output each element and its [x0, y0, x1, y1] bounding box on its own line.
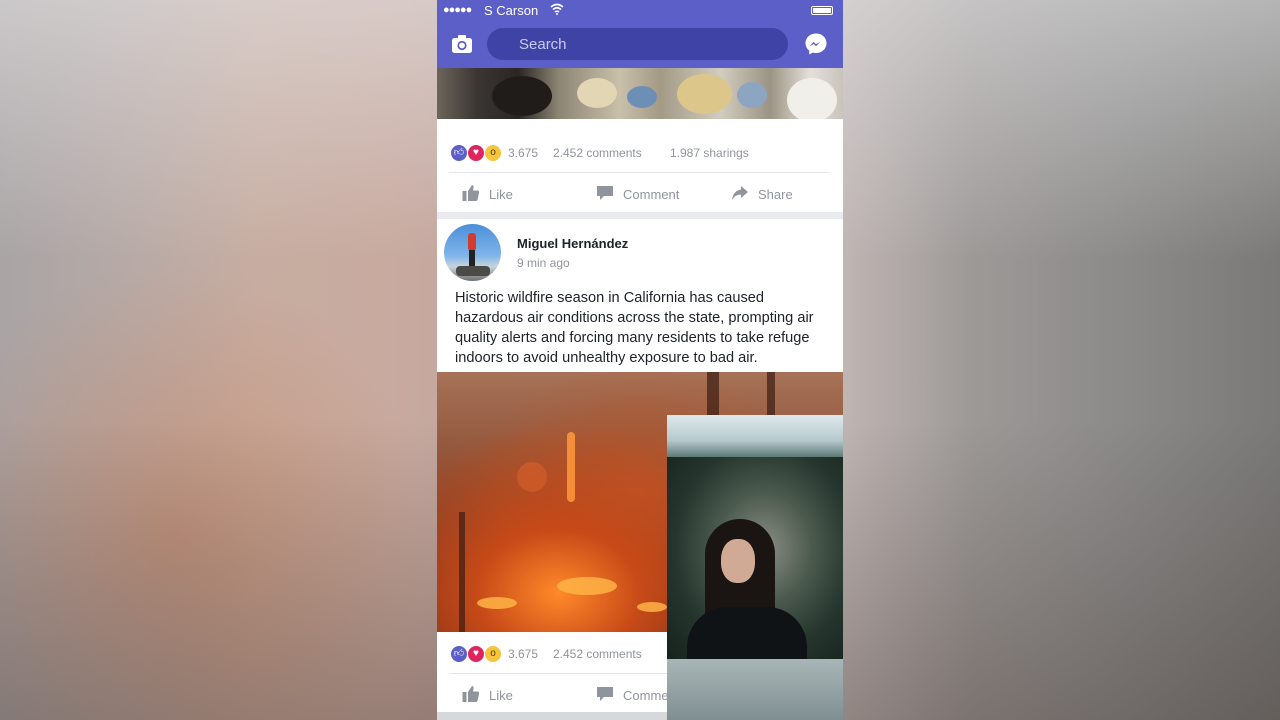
avatar[interactable]: [444, 224, 501, 281]
post-card-previous: 👍︎ ♥ o 3.675 2.452 comments 1.987 sharin…: [437, 68, 843, 212]
thumbs-up-icon: [462, 185, 480, 201]
author-name[interactable]: Miguel Hernández: [517, 236, 628, 251]
battery-icon: [811, 6, 833, 15]
sharings-count[interactable]: 1.987 sharings: [670, 146, 749, 160]
like-label: Like: [489, 688, 513, 703]
search-input[interactable]: Search: [487, 28, 788, 60]
reactions-summary[interactable]: 👍︎ ♥ o 3.675 2.452 comments 1.987 sharin…: [437, 138, 843, 168]
overlay-bottom-frame: [667, 659, 843, 720]
status-bar: ●●●●● S Carson: [437, 0, 843, 22]
post-body-text: Historic wildfire season in California h…: [455, 290, 814, 366]
wow-icon: o: [484, 144, 502, 162]
avatar-rock: [456, 266, 490, 276]
phone-screen: ●●●●● S Carson Search 👍︎ ♥ o 3.675 2.452…: [437, 0, 843, 720]
love-icon: ♥: [467, 645, 485, 663]
comment-label: Comment: [623, 187, 680, 202]
thumbs-up-icon: [462, 686, 480, 702]
like-label: Like: [489, 187, 513, 202]
comment-icon: [597, 186, 613, 200]
comment-icon: [597, 687, 613, 701]
camera-icon[interactable]: [451, 34, 473, 54]
love-icon: ♥: [467, 144, 485, 162]
comment-label: Comme: [623, 688, 669, 703]
comments-count[interactable]: 2.452 comments: [553, 146, 642, 160]
comments-count[interactable]: 2.452 comments: [553, 647, 642, 661]
wifi-icon: [550, 3, 564, 15]
wow-icon: o: [484, 645, 502, 663]
messenger-icon[interactable]: [804, 32, 828, 56]
overlay-woman-frame: [667, 457, 843, 667]
like-icon: 👍︎: [450, 645, 468, 663]
avatar-person: [468, 233, 476, 251]
overlay-coat: [687, 607, 807, 667]
reaction-count: 3.675: [508, 647, 539, 661]
post-actions: Like Comment Share: [437, 172, 843, 212]
overlay-face: [721, 539, 755, 583]
signal-strength: ●●●●●: [443, 4, 472, 16]
post-timestamp[interactable]: 9 min ago: [517, 256, 570, 270]
share-label: Share: [758, 187, 793, 202]
avatar-legs: [469, 250, 475, 266]
reaction-icons: 👍︎ ♥ o: [450, 144, 502, 162]
overlay-palm-sky: [667, 415, 843, 457]
share-icon: [732, 186, 748, 200]
overlay-video-frame[interactable]: [667, 415, 843, 720]
post-image-garbage[interactable]: [437, 68, 843, 119]
reaction-count: 3.675: [508, 146, 539, 160]
top-navigation-bar: Search: [437, 22, 843, 68]
reaction-icons: 👍︎ ♥ o: [450, 645, 502, 663]
like-icon: 👍︎: [450, 144, 468, 162]
carrier-name: S Carson: [484, 3, 539, 18]
search-placeholder: Search: [519, 36, 567, 53]
